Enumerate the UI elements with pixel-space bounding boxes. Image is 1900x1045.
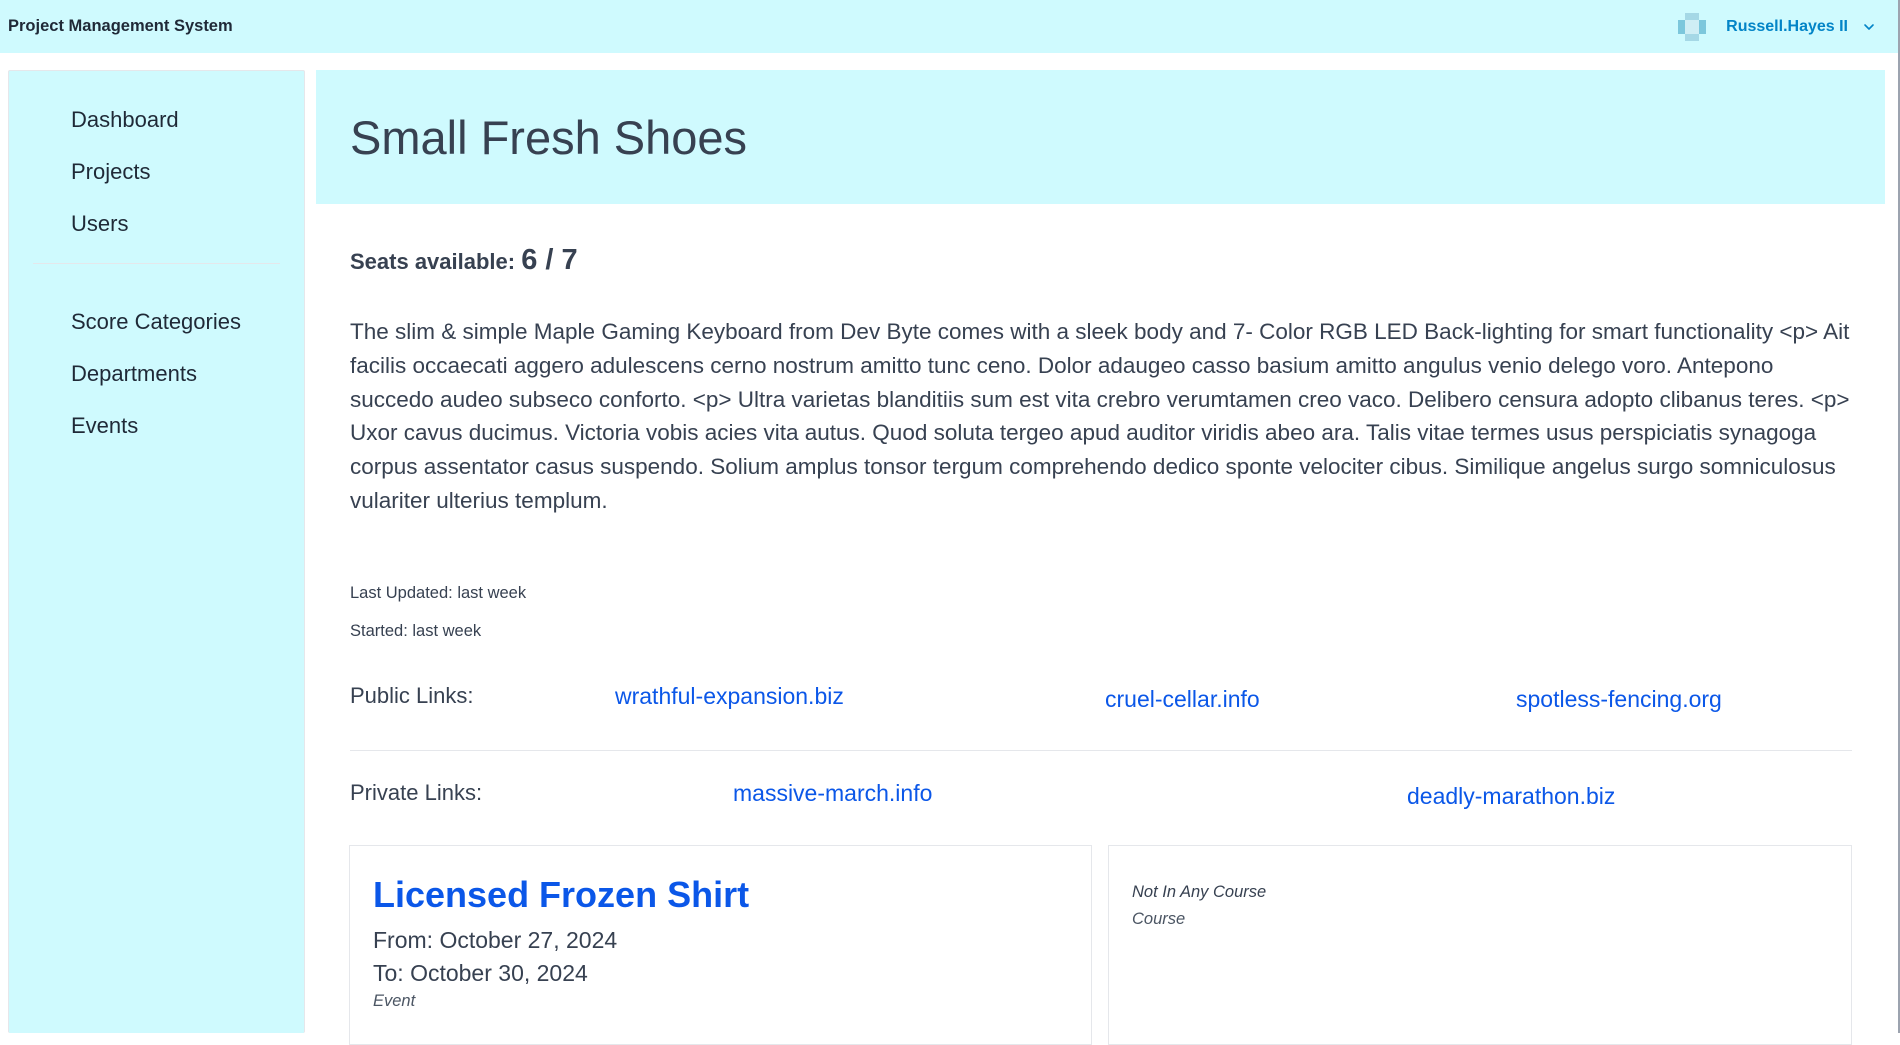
app-title[interactable]: Project Management System: [8, 17, 233, 36]
private-link[interactable]: deadly-marathon.biz: [1407, 783, 1615, 810]
public-links-label: Public Links:: [350, 683, 474, 708]
seats-value: 6 / 7: [521, 244, 578, 276]
sidebar-item-projects[interactable]: Projects: [9, 159, 304, 211]
avatar: [1678, 12, 1707, 41]
seats-label: Seats available:: [350, 249, 516, 274]
project-description: The slim & simple Maple Gaming Keyboard …: [350, 319, 1850, 513]
started-date: Started: last week: [350, 622, 482, 640]
event-type-label: Event: [373, 992, 416, 1010]
seats-available: Seats available: 6 / 7: [350, 244, 578, 277]
chevron-down-icon[interactable]: [1862, 20, 1876, 34]
private-links-label: Private Links:: [350, 780, 483, 805]
sidebar-item-dashboard[interactable]: Dashboard: [9, 107, 304, 159]
public-link[interactable]: wrathful-expansion.biz: [615, 683, 844, 710]
event-from-date: From: October 27, 2024: [373, 927, 618, 953]
public-links-row: Public Links: wrathful-expansion.biz cru…: [350, 683, 1852, 723]
top-navbar: Project Management System Russell.Hayes …: [0, 0, 1900, 53]
user-menu[interactable]: Russell.Hayes II: [1678, 12, 1876, 41]
user-name[interactable]: Russell.Hayes II: [1726, 18, 1848, 36]
private-link[interactable]: massive-march.info: [733, 780, 932, 807]
links-divider: [350, 750, 1852, 751]
sidebar: Dashboard Projects Users Score Categorie…: [8, 70, 305, 1033]
public-link[interactable]: spotless-fencing.org: [1516, 686, 1722, 713]
last-updated: Last Updated: last week: [350, 584, 527, 602]
page-header: Small Fresh Shoes: [316, 70, 1885, 204]
event-card: Licensed Frozen Shirt From: October 27, …: [349, 845, 1092, 1045]
course-value: Not In Any Course: [1132, 883, 1267, 901]
page-title: Small Fresh Shoes: [350, 110, 748, 164]
event-title-link[interactable]: Licensed Frozen Shirt: [373, 874, 1091, 916]
course-type-label: Course: [1132, 910, 1186, 928]
sidebar-divider: [33, 263, 280, 264]
public-link[interactable]: cruel-cellar.info: [1105, 686, 1260, 713]
private-links-row: Private Links: massive-march.info deadly…: [350, 780, 1852, 820]
course-card: Not In Any Course Course: [1108, 845, 1852, 1045]
sidebar-item-events[interactable]: Events: [9, 413, 304, 465]
sidebar-item-score-categories[interactable]: Score Categories: [9, 309, 304, 361]
sidebar-item-departments[interactable]: Departments: [9, 361, 304, 413]
event-to-date: To: October 30, 2024: [373, 960, 588, 986]
sidebar-item-users[interactable]: Users: [9, 211, 304, 263]
